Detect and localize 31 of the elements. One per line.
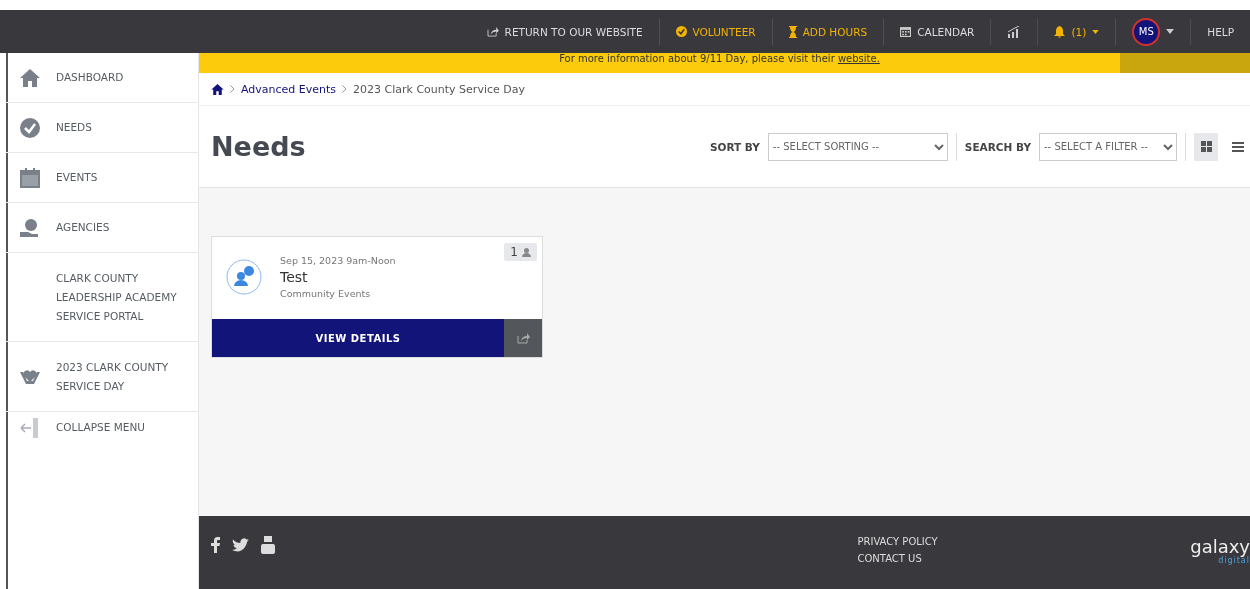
nav-link[interactable]: RETURN TO OUR WEBSITE — [504, 25, 643, 38]
nav-link[interactable]: VOLUNTEER — [692, 25, 756, 38]
page-title: Needs — [211, 131, 306, 162]
sidebar-item[interactable]: DASHBOARD — [6, 53, 198, 103]
user-avatar[interactable]: MS — [1132, 17, 1161, 46]
website-link[interactable]: website. — [837, 53, 880, 64]
galaxy-digital-logo[interactable]: galaxy digital — [1190, 538, 1250, 565]
sidebar-item[interactable]: CLARK COUNTY LEADERSHIP ACADEMY SERVICE PORTAL — [6, 253, 198, 342]
filter-dropdown[interactable]: -- SELECT A FILTER -- — [1039, 132, 1177, 161]
notifications-link[interactable]: (1) — [1071, 25, 1087, 38]
view-details-button[interactable]: VIEW DETAILS — [212, 319, 504, 357]
footer-link[interactable]: CONTACT US — [857, 553, 938, 564]
sort-label: SORT BY — [709, 140, 760, 153]
search-label: SEARCH BY — [964, 140, 1031, 153]
volunteer-count-badge: 1 — [504, 243, 537, 261]
sidebar-item[interactable]: COLLAPSE MENU — [6, 412, 198, 462]
nav-link[interactable]: ADD HOURS — [802, 25, 868, 38]
need-title: Test — [280, 269, 309, 285]
need-category: Community Events — [280, 288, 372, 299]
breadcrumb-current: 2023 Clark County Service Day — [353, 82, 525, 96]
sidebar-item[interactable]: NEEDS — [6, 103, 198, 153]
sidebar-item[interactable]: 2023 CLARK COUNTY SERVICE DAY — [6, 342, 198, 412]
banner-text: For more information about 9/11 Day, please visit their website. — [558, 53, 881, 66]
sidebar-item[interactable]: EVENTS — [6, 153, 198, 203]
need-date: Sep 15, 2023 9am-Noon — [280, 255, 396, 266]
footer-link[interactable]: PRIVACY POLICY — [857, 536, 938, 547]
sort-dropdown[interactable]: -- SELECT SORTING -- — [767, 132, 948, 161]
sidebar-item[interactable]: AGENCIES — [6, 203, 198, 253]
nav-link[interactable]: HELP — [1207, 25, 1234, 38]
breadcrumb-link[interactable]: Advanced Events — [241, 82, 337, 96]
nav-link[interactable]: CALENDAR — [917, 25, 975, 38]
